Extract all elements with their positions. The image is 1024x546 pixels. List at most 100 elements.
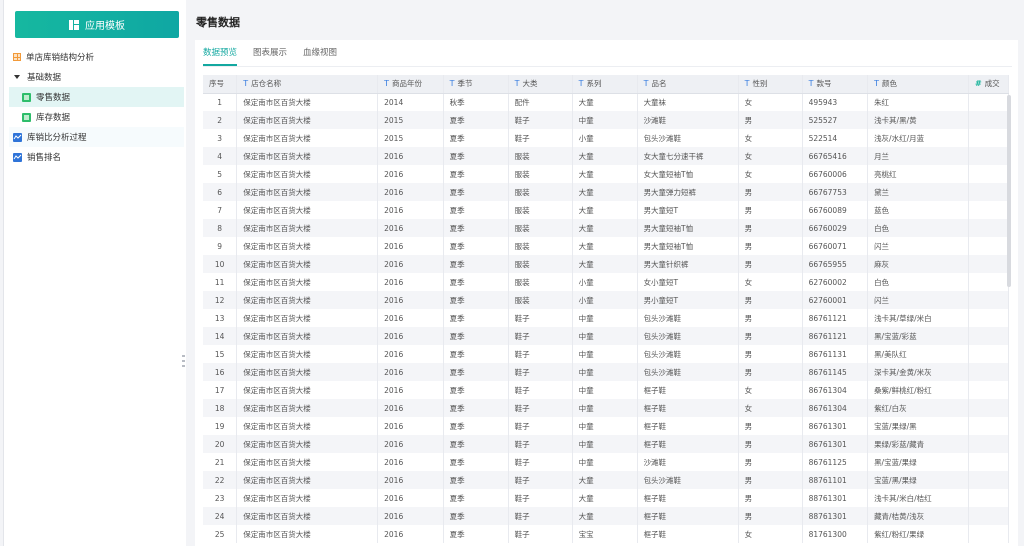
- cell-series: 中童: [572, 435, 638, 453]
- cell-gender: 男: [738, 417, 803, 435]
- cell-color: 紫红/白灰: [867, 399, 969, 417]
- table-row[interactable]: 22 保定南市区百货大楼 2016 夏季 鞋子 大童 包头沙滩鞋男 88761101 宝蓝/黑/…: [203, 471, 1009, 489]
- sidebar-resize-handle[interactable]: [182, 355, 185, 367]
- table-row[interactable]: 12 保定南市区百货大楼 2016 夏季 服装 小童 男小童短T 男 62760001 闪兰: [203, 291, 1009, 309]
- cell-store-name: 保定南市区百货大楼: [236, 471, 379, 489]
- cell-style-number: 86761131: [802, 345, 869, 363]
- table-row[interactable]: 19 保定南市区百货大楼 2016 夏季 鞋子 中童 框子鞋男 86761301 宝蓝/果绿/黑: [203, 417, 1009, 435]
- sidebar-item-sales-ranking[interactable]: 销售排名: [9, 147, 184, 167]
- cell-row-index: 3: [203, 129, 238, 147]
- view-tabs: 数据预览 图表展示 血缘视图: [203, 40, 337, 66]
- table-row[interactable]: 23 保定南市区百货大楼 2016 夏季 鞋子 大童 框子鞋男 88761301 浅卡其/米白/…: [203, 489, 1009, 507]
- cell-transaction: [968, 237, 1009, 255]
- sidebar-item-stock-sales-ratio[interactable]: 库销比分析过程: [9, 127, 184, 147]
- table-row[interactable]: 6 保定南市区百货大楼 2016 夏季 服装 大童 男大童弹力短裤男 66767753 黛兰: [203, 183, 1009, 201]
- table-row[interactable]: 16 保定南市区百货大楼 2016 夏季 鞋子 中童 包头沙滩鞋男 86761145 深卡其/金…: [203, 363, 1009, 381]
- cell-series: 大童: [572, 147, 638, 165]
- app-template-button[interactable]: 应用模板: [15, 11, 179, 38]
- cell-season: 夏季: [443, 525, 509, 543]
- column-header-product-year[interactable]: T 商品年份: [377, 75, 444, 94]
- cell-store-name: 保定南市区百货大楼: [236, 363, 379, 381]
- table-row[interactable]: 1 保定南市区百货大楼 2014 秋季 配件 大童 大童袜女 495943 朱红: [203, 93, 1009, 111]
- cell-product-name: 包头沙滩鞋: [637, 471, 739, 489]
- column-header-season[interactable]: T 季节: [443, 75, 509, 94]
- cell-product-name: 框子鞋: [637, 525, 739, 543]
- column-header-series[interactable]: T 系列: [572, 75, 638, 94]
- tab-lineage-view[interactable]: 血缘视图: [303, 40, 337, 66]
- column-header-label: 大类: [522, 79, 538, 89]
- cell-row-index: 14: [203, 327, 238, 345]
- cell-product-name: 女大童七分速干裤: [637, 147, 739, 165]
- column-header-transaction[interactable]: # 成交: [968, 75, 1009, 94]
- cell-gender: 女: [738, 399, 803, 417]
- cell-gender: 男: [738, 435, 803, 453]
- table-row[interactable]: 17 保定南市区百货大楼 2016 夏季 鞋子 中童 框子鞋女 86761304 桑紫/鲜桃红/…: [203, 381, 1009, 399]
- column-header-color[interactable]: T 颜色: [867, 75, 969, 94]
- cell-season: 夏季: [443, 255, 509, 273]
- table-row[interactable]: 2 保定南市区百货大楼 2015 夏季 鞋子 中童 沙滩鞋男 525527 浅卡其/黑/黄: [203, 111, 1009, 129]
- cell-product-name: 男大童短袖T恤: [637, 237, 739, 255]
- cell-season: 夏季: [443, 237, 509, 255]
- cell-row-index: 21: [203, 453, 238, 471]
- cell-category: 鞋子: [508, 111, 573, 129]
- table-row[interactable]: 9 保定南市区百货大楼 2016 夏季 服装 大童 男大童短袖T恤男 66760071 闪兰: [203, 237, 1009, 255]
- cell-gender: 男: [738, 327, 803, 345]
- table-row[interactable]: 11 保定南市区百货大楼 2016 夏季 服装 小童 女小童短T 女 62760002 白色: [203, 273, 1009, 291]
- column-header-gender[interactable]: T 性别: [738, 75, 803, 94]
- cell-category: 鞋子: [508, 309, 573, 327]
- cell-gender: 男: [738, 453, 803, 471]
- table-row[interactable]: 20 保定南市区百货大楼 2016 夏季 鞋子 中童 框子鞋男 86761301 果绿/彩蓝/藏…: [203, 435, 1009, 453]
- cell-transaction: [968, 507, 1009, 525]
- cell-style-number: 88761301: [802, 507, 869, 525]
- tab-data-preview[interactable]: 数据预览: [203, 40, 238, 66]
- table-row[interactable]: 24 保定南市区百货大楼 2016 夏季 鞋子 大童 框子鞋男 88761301 藏青/桔黄/浅…: [203, 507, 1009, 525]
- table-row[interactable]: 15 保定南市区百货大楼 2016 夏季 鞋子 中童 包头沙滩鞋男 86761131 黑/美队红: [203, 345, 1009, 363]
- cell-category: 服装: [508, 201, 573, 219]
- cell-category: 鞋子: [508, 399, 573, 417]
- cell-transaction: [968, 309, 1009, 327]
- cell-season: 夏季: [443, 489, 509, 507]
- table-row[interactable]: 14 保定南市区百货大楼 2016 夏季 鞋子 中童 包头沙滩鞋男 86761121 黑/宝蓝/…: [203, 327, 1009, 345]
- table-row[interactable]: 21 保定南市区百货大楼 2016 夏季 鞋子 中童 沙滩鞋男 86761125 黑/宝蓝/果绿: [203, 453, 1009, 471]
- column-header-category[interactable]: T 大类: [508, 75, 573, 94]
- table-row[interactable]: 8 保定南市区百货大楼 2016 夏季 服装 大童 男大童短袖T恤男 66760029 白色: [203, 219, 1009, 237]
- sidebar-item-store-structure-analysis[interactable]: 单店库销结构分析: [9, 47, 184, 67]
- table-vertical-scrollbar[interactable]: [1007, 95, 1011, 287]
- cell-product-year: 2016: [377, 255, 444, 273]
- cell-store-name: 保定南市区百货大楼: [236, 525, 379, 543]
- column-header-label: 品名: [651, 79, 667, 89]
- column-header-row-index[interactable]: 序号: [203, 75, 238, 94]
- sidebar-item-inventory-data[interactable]: 库存数据: [9, 107, 184, 127]
- table-row[interactable]: 7 保定南市区百货大楼 2016 夏季 服装 大童 男大童短T 男 66760089 蓝色: [203, 201, 1009, 219]
- cell-series: 大童: [572, 93, 638, 111]
- cell-color: 藏青/桔黄/浅灰: [867, 507, 969, 525]
- cell-season: 夏季: [443, 471, 509, 489]
- cell-season: 夏季: [443, 453, 509, 471]
- cell-style-number: 86761121: [802, 309, 869, 327]
- cell-category: 鞋子: [508, 129, 573, 147]
- table-row[interactable]: 4 保定南市区百货大楼 2016 夏季 服装 大童 女大童七分速干裤女 66765416 月兰: [203, 147, 1009, 165]
- cell-gender: 女: [738, 129, 803, 147]
- cell-style-number: 62760002: [802, 273, 869, 291]
- cell-style-number: 66760089: [802, 201, 869, 219]
- cell-category: 服装: [508, 273, 573, 291]
- table-row[interactable]: 3 保定南市区百货大楼 2015 夏季 鞋子 小童 包头沙滩鞋女 522514 浅灰/水红/月蓝: [203, 129, 1009, 147]
- table-row[interactable]: 25 保定南市区百货大楼 2016 夏季 鞋子 宝宝 框子鞋女 81761300 紫红/粉红/果…: [203, 525, 1009, 543]
- sidebar-item-basic-data[interactable]: 基础数据: [9, 67, 184, 87]
- table-row[interactable]: 13 保定南市区百货大楼 2016 夏季 鞋子 中童 包头沙滩鞋男 86761121 浅卡其/草…: [203, 309, 1009, 327]
- column-header-store-name[interactable]: T 店仓名称: [236, 75, 379, 94]
- column-header-style-number[interactable]: T 款号: [802, 75, 869, 94]
- cell-gender: 男: [738, 237, 803, 255]
- cell-color: 浅卡其/米白/桔红: [867, 489, 969, 507]
- tab-chart-display[interactable]: 图表展示: [253, 40, 287, 66]
- sidebar-item-retail-data[interactable]: 零售数据: [9, 87, 184, 107]
- cell-color: 果绿/彩蓝/藏青: [867, 435, 969, 453]
- cell-style-number: 525527: [802, 111, 869, 129]
- table-row[interactable]: 10 保定南市区百货大楼 2016 夏季 服装 大童 男大童针织裤男 66765955 麻灰: [203, 255, 1009, 273]
- cell-season: 夏季: [443, 327, 509, 345]
- cell-series: 小童: [572, 129, 638, 147]
- cell-transaction: [968, 183, 1009, 201]
- table-row[interactable]: 5 保定南市区百货大楼 2016 夏季 服装 大童 女大童短袖T恤女 66760006 亮桃红: [203, 165, 1009, 183]
- table-row[interactable]: 18 保定南市区百货大楼 2016 夏季 鞋子 中童 框子鞋女 86761304 紫红/白灰: [203, 399, 1009, 417]
- column-header-product-name[interactable]: T 品名: [637, 75, 739, 94]
